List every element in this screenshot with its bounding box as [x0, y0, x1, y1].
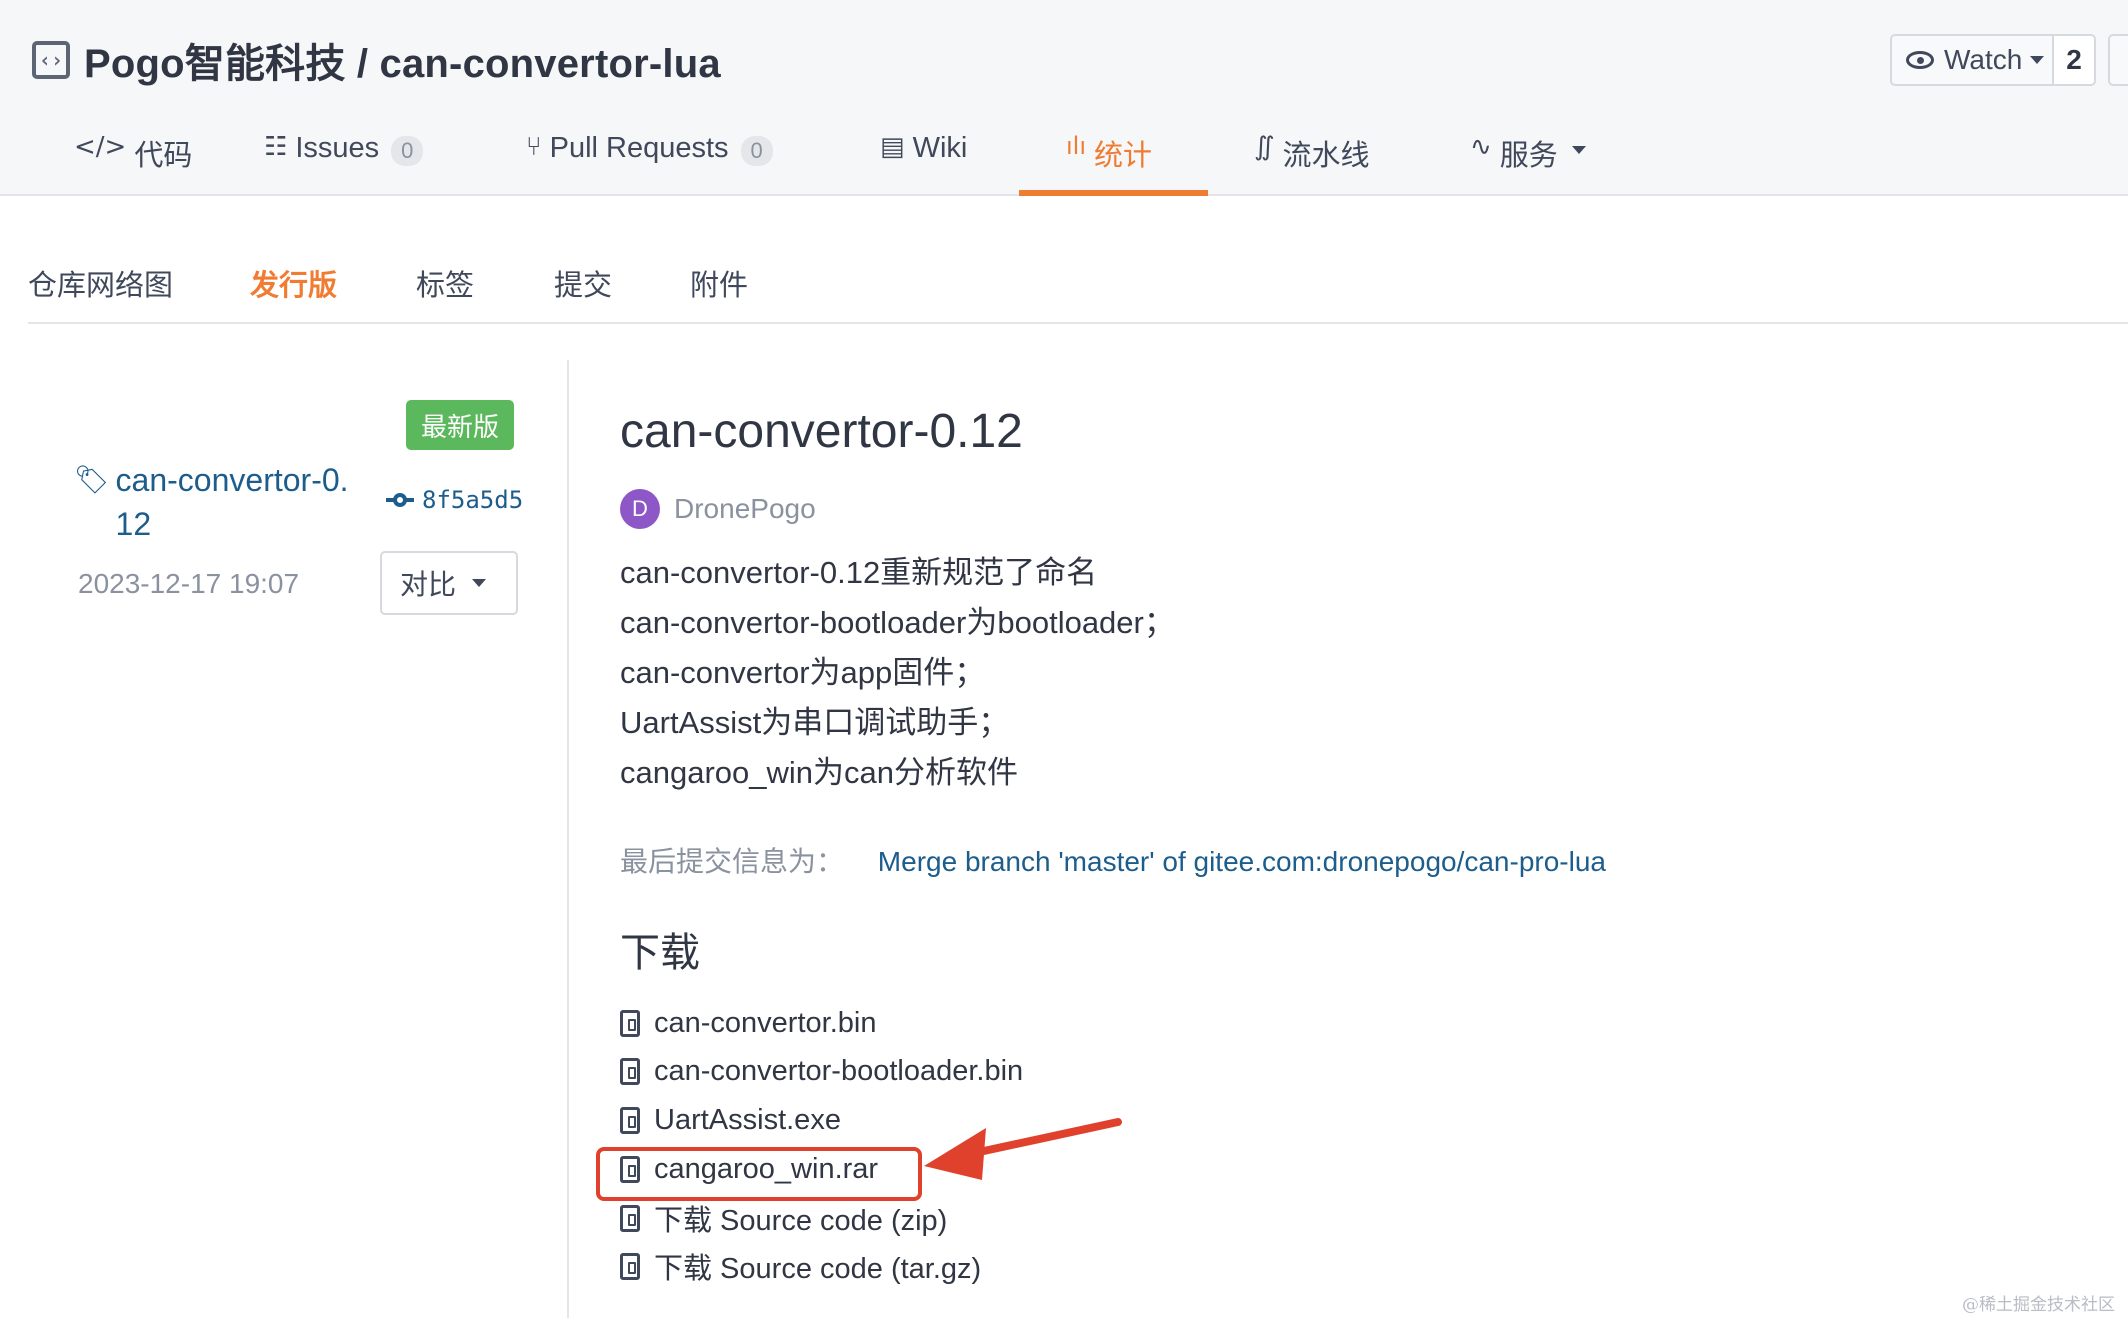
author-name: DronePogo	[674, 493, 816, 524]
download-filename: can-convertor-bootloader.bin	[654, 1054, 1024, 1087]
release-note-line: can-convertor-bootloader为bootloader；	[620, 605, 1175, 640]
pull-request-icon: ⑂	[526, 132, 542, 162]
release-note-line: can-convertor为app固件；	[620, 655, 986, 690]
tab-issues[interactable]: ☷ Issues 0	[264, 118, 424, 196]
tab-pull-requests[interactable]: ⑂ Pull Requests 0	[526, 118, 773, 196]
download-filename: UartAssist.exe	[654, 1103, 841, 1136]
file-zip-icon	[620, 1057, 640, 1085]
pr-count-badge: 0	[740, 136, 773, 166]
annotation-arrow-icon	[924, 1118, 1122, 1180]
file-zip-icon	[620, 1009, 640, 1037]
commit-link[interactable]: 8f5a5d5	[386, 486, 523, 514]
release-note-line: cangaroo_win为can分析软件	[620, 755, 1019, 790]
annotation-highlight-box	[596, 1147, 922, 1201]
latest-release-badge: 最新版	[406, 400, 514, 450]
file-zip-icon	[620, 1106, 640, 1134]
download-filename: can-convertor.bin	[654, 1006, 877, 1039]
code-box-icon: ‹›	[32, 41, 70, 79]
subnav-tags[interactable]: 标签	[416, 262, 474, 304]
last-commit-info: 最后提交信息为： Merge branch 'master' of gitee.…	[620, 840, 1606, 880]
issues-count-badge: 0	[391, 136, 424, 166]
code-icon: </>	[74, 132, 127, 162]
book-icon: ▤	[880, 132, 905, 162]
tab-services[interactable]: ∿ 服务	[1470, 118, 1586, 196]
download-filename: 下载 Source code (tar.gz)	[654, 1253, 982, 1285]
bar-chart-icon: ılı	[1066, 132, 1087, 160]
release-date: 2023-12-17 19:07	[78, 568, 300, 599]
chevron-down-icon	[1571, 146, 1586, 154]
eye-icon	[1906, 51, 1934, 69]
release-title: can-convertor-0.12	[620, 405, 1023, 458]
tab-code[interactable]: </> 代码	[74, 118, 192, 196]
release-notes: can-convertor-0.12重新规范了命名 can-convertor-…	[620, 548, 1175, 798]
download-item[interactable]: UartAssist.exe	[620, 1100, 841, 1140]
last-commit-message-link[interactable]: Merge branch 'master' of gitee.com:drone…	[878, 846, 1606, 877]
release-tag-link[interactable]: 🏷︎ can-convertor-0. 12	[74, 458, 374, 546]
tab-statistics[interactable]: ılı 统计	[1066, 118, 1152, 196]
tab-label: Issues	[295, 132, 380, 164]
avatar: D	[620, 489, 660, 529]
column-divider	[567, 360, 569, 1318]
commit-hash: 8f5a5d5	[422, 486, 524, 514]
downloads-heading: 下载	[620, 931, 700, 975]
subnav-divider	[28, 322, 2128, 324]
download-source-zip[interactable]: 下载 Source code (zip)	[620, 1198, 947, 1238]
tab-label: 服务	[1499, 140, 1558, 172]
tab-label: 统计	[1094, 140, 1153, 172]
tag-icon: 🏷︎	[74, 464, 110, 495]
chevron-down-icon	[472, 579, 487, 587]
chevron-down-icon	[2030, 56, 2045, 64]
subnav: 仓库网络图 发行版 标签 提交 附件	[28, 262, 2128, 322]
tab-label: 代码	[134, 140, 193, 172]
last-commit-label: 最后提交信息为：	[620, 846, 845, 877]
subnav-network-graph[interactable]: 仓库网络图	[28, 262, 173, 304]
tab-label: Wiki	[912, 132, 968, 164]
tag-name-line-1: can-convertor-0.	[115, 462, 349, 498]
pulse-icon: ∿	[1470, 132, 1492, 162]
tab-label: Pull Requests	[549, 132, 729, 164]
active-tab-underline	[1019, 190, 1208, 196]
file-zip-icon	[620, 1204, 640, 1232]
watch-count[interactable]: 2	[2054, 34, 2096, 86]
watch-label: Watch	[1944, 44, 2023, 75]
subnav-commits[interactable]: 提交	[554, 262, 612, 304]
download-filename: 下载 Source code (zip)	[654, 1205, 948, 1237]
commit-icon	[386, 493, 414, 507]
release-note-line: UartAssist为串口调试助手；	[620, 705, 1010, 740]
issues-icon: ☷	[264, 132, 288, 162]
download-source-targz[interactable]: 下载 Source code (tar.gz)	[620, 1246, 981, 1286]
subnav-attachments[interactable]: 附件	[690, 262, 748, 304]
repo-header: ‹› Pogo智能科技 / can-convertor-lua Watch 2 …	[0, 0, 2128, 196]
tag-name-line-2: 12	[115, 506, 152, 542]
pipeline-icon: ∬	[1254, 132, 1275, 162]
watch-group: Watch 2	[1890, 34, 2096, 86]
download-item[interactable]: can-convertor.bin	[620, 1003, 876, 1043]
compare-label: 对比	[400, 569, 457, 600]
download-item[interactable]: can-convertor-bootloader.bin	[620, 1051, 1023, 1091]
repo-title[interactable]: Pogo智能科技 / can-convertor-lua	[84, 31, 721, 89]
release-author[interactable]: D DronePogo	[620, 489, 816, 529]
tab-wiki[interactable]: ▤ Wiki	[880, 118, 967, 196]
repo-nav: </> 代码 ☷ Issues 0 ⑂ Pull Requests 0 ▤ Wi…	[0, 118, 2128, 196]
watch-button[interactable]: Watch	[1890, 34, 2054, 86]
file-zip-icon	[620, 1252, 640, 1280]
repo-title-bar: ‹› Pogo智能科技 / can-convertor-lua	[32, 34, 721, 86]
tab-label: 流水线	[1282, 140, 1370, 172]
tag-name: can-convertor-0. 12	[116, 458, 349, 546]
watermark: @稀土掘金技术社区	[1962, 1295, 2115, 1315]
compare-dropdown-button[interactable]: 对比	[380, 551, 518, 615]
release-note-line: can-convertor-0.12重新规范了命名	[620, 555, 1098, 590]
tab-pipeline[interactable]: ∬ 流水线	[1254, 118, 1370, 196]
star-button-partial[interactable]	[2108, 34, 2128, 86]
subnav-releases[interactable]: 发行版	[250, 262, 337, 304]
